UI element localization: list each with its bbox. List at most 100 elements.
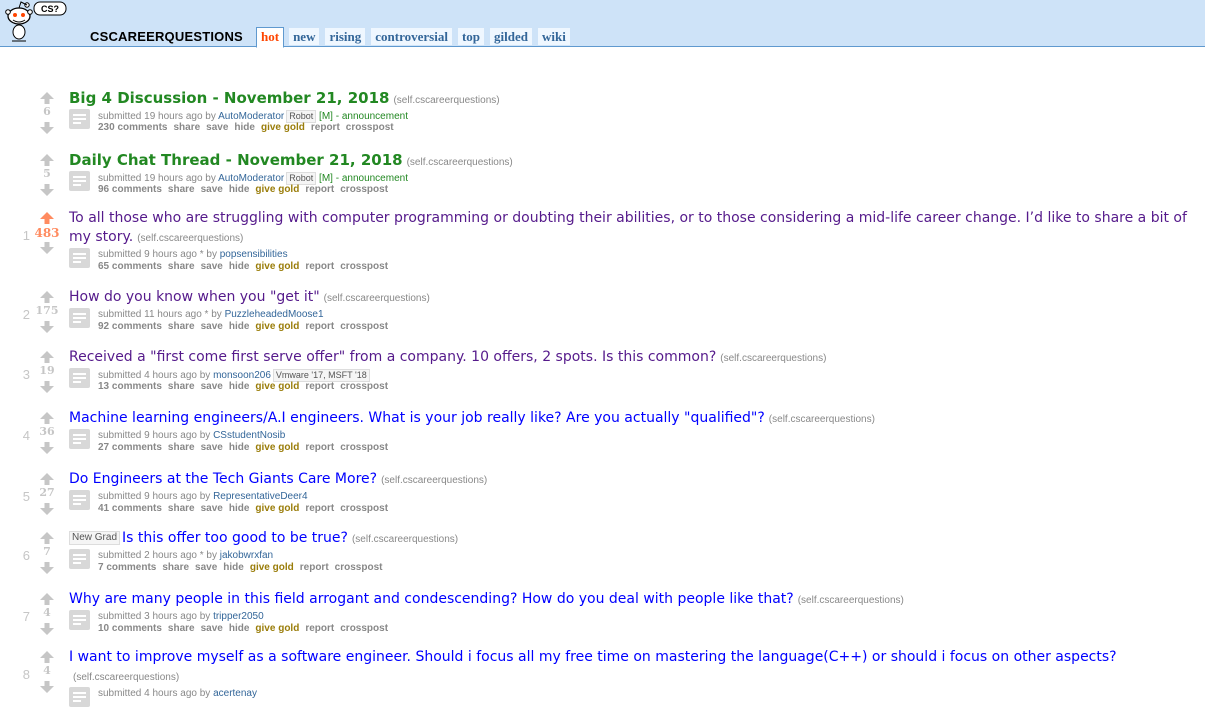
post-title-link[interactable]: Do Engineers at the Tech Giants Care Mor… <box>69 471 377 487</box>
upvote-arrow-icon[interactable] <box>40 212 54 224</box>
share-button[interactable]: share <box>168 623 195 634</box>
downvote-arrow-icon[interactable] <box>40 681 54 693</box>
give-gold-button[interactable]: give gold <box>255 623 299 634</box>
self-post-thumbnail-icon[interactable] <box>69 248 90 268</box>
tab-new[interactable]: new <box>288 27 321 45</box>
post-domain[interactable]: (self.cscareerquestions) <box>407 157 513 168</box>
report-button[interactable]: report <box>305 321 334 332</box>
hide-button[interactable]: hide <box>229 381 250 392</box>
upvote-arrow-icon[interactable] <box>40 154 54 166</box>
hide-button[interactable]: hide <box>229 442 250 453</box>
self-post-thumbnail-icon[interactable] <box>69 549 90 569</box>
post-domain[interactable]: (self.cscareerquestions) <box>137 233 243 244</box>
hide-button[interactable]: hide <box>229 261 250 272</box>
save-button[interactable]: save <box>201 261 223 272</box>
upvote-arrow-icon[interactable] <box>40 412 54 424</box>
share-button[interactable]: share <box>173 122 200 133</box>
upvote-arrow-icon[interactable] <box>40 473 54 485</box>
hide-button[interactable]: hide <box>229 503 250 514</box>
crosspost-button[interactable]: crosspost <box>340 442 388 453</box>
post-title-link[interactable]: Is this offer too good to be true? <box>122 530 348 546</box>
share-button[interactable]: share <box>168 184 195 195</box>
downvote-arrow-icon[interactable] <box>40 242 54 254</box>
author-link[interactable]: popsensibilities <box>220 249 288 260</box>
hide-button[interactable]: hide <box>229 321 250 332</box>
crosspost-button[interactable]: crosspost <box>346 122 394 133</box>
downvote-arrow-icon[interactable] <box>40 503 54 515</box>
comments-link[interactable]: 27 comments <box>98 442 162 453</box>
self-post-thumbnail-icon[interactable] <box>69 171 90 191</box>
save-button[interactable]: save <box>201 381 223 392</box>
share-button[interactable]: share <box>168 442 195 453</box>
self-post-thumbnail-icon[interactable] <box>69 368 90 388</box>
crosspost-button[interactable]: crosspost <box>340 321 388 332</box>
give-gold-button[interactable]: give gold <box>255 321 299 332</box>
tab-gilded[interactable]: gilded <box>489 27 533 45</box>
self-post-thumbnail-icon[interactable] <box>69 687 90 707</box>
report-button[interactable]: report <box>305 261 334 272</box>
hide-button[interactable]: hide <box>234 122 255 133</box>
downvote-arrow-icon[interactable] <box>40 184 54 196</box>
hide-button[interactable]: hide <box>229 184 250 195</box>
author-link[interactable]: AutoModerator <box>218 173 284 184</box>
upvote-arrow-icon[interactable] <box>40 532 54 544</box>
comments-link[interactable]: 13 comments <box>98 381 162 392</box>
comments-link[interactable]: 41 comments <box>98 503 162 514</box>
tab-wiki[interactable]: wiki <box>536 27 571 45</box>
tab-hot[interactable]: hot <box>256 27 285 48</box>
downvote-arrow-icon[interactable] <box>40 623 54 635</box>
tab-rising[interactable]: rising <box>324 27 367 45</box>
report-button[interactable]: report <box>305 184 334 195</box>
comments-link[interactable]: 230 comments <box>98 122 167 133</box>
crosspost-button[interactable]: crosspost <box>340 623 388 634</box>
author-link[interactable]: AutoModerator <box>218 111 284 122</box>
downvote-arrow-icon[interactable] <box>40 122 54 134</box>
post-title-link[interactable]: Why are many people in this field arroga… <box>69 591 794 607</box>
post-domain[interactable]: (self.cscareerquestions) <box>381 475 487 486</box>
subreddit-name[interactable]: CSCAREERQUESTIONS <box>90 29 243 44</box>
crosspost-button[interactable]: crosspost <box>340 381 388 392</box>
comments-link[interactable]: 65 comments <box>98 261 162 272</box>
report-button[interactable]: report <box>311 122 340 133</box>
reddit-alien-logo-icon[interactable]: CS? <box>2 0 82 44</box>
give-gold-button[interactable]: give gold <box>255 442 299 453</box>
report-button[interactable]: report <box>305 503 334 514</box>
author-link[interactable]: RepresentativeDeer4 <box>213 491 308 502</box>
save-button[interactable]: save <box>201 442 223 453</box>
give-gold-button[interactable]: give gold <box>250 562 294 573</box>
share-button[interactable]: share <box>168 321 195 332</box>
upvote-arrow-icon[interactable] <box>40 291 54 303</box>
self-post-thumbnail-icon[interactable] <box>69 308 90 328</box>
post-domain[interactable]: (self.cscareerquestions) <box>352 534 458 545</box>
comments-link[interactable]: 7 comments <box>98 562 156 573</box>
author-link[interactable]: CSstudentNosib <box>213 430 285 441</box>
report-button[interactable]: report <box>305 442 334 453</box>
give-gold-button[interactable]: give gold <box>261 122 305 133</box>
save-button[interactable]: save <box>201 623 223 634</box>
author-link[interactable]: jakobwrxfan <box>220 550 273 561</box>
give-gold-button[interactable]: give gold <box>255 503 299 514</box>
self-post-thumbnail-icon[interactable] <box>69 429 90 449</box>
crosspost-button[interactable]: crosspost <box>340 261 388 272</box>
downvote-arrow-icon[interactable] <box>40 381 54 393</box>
self-post-thumbnail-icon[interactable] <box>69 109 90 129</box>
post-title-link[interactable]: Big 4 Discussion - November 21, 2018 <box>69 89 389 107</box>
comments-link[interactable]: 96 comments <box>98 184 162 195</box>
share-button[interactable]: share <box>168 261 195 272</box>
comments-link[interactable]: 10 comments <box>98 623 162 634</box>
tab-controversial[interactable]: controversial <box>370 27 453 45</box>
post-title-link[interactable]: Received a "first come first serve offer… <box>69 349 716 365</box>
save-button[interactable]: save <box>201 184 223 195</box>
downvote-arrow-icon[interactable] <box>40 321 54 333</box>
report-button[interactable]: report <box>305 381 334 392</box>
share-button[interactable]: share <box>162 562 189 573</box>
author-link[interactable]: acertenay <box>213 688 257 699</box>
give-gold-button[interactable]: give gold <box>255 184 299 195</box>
post-domain[interactable]: (self.cscareerquestions) <box>720 353 826 364</box>
post-domain[interactable]: (self.cscareerquestions) <box>73 672 179 683</box>
upvote-arrow-icon[interactable] <box>40 92 54 104</box>
tab-top[interactable]: top <box>456 27 485 45</box>
save-button[interactable]: save <box>206 122 228 133</box>
save-button[interactable]: save <box>195 562 217 573</box>
post-domain[interactable]: (self.cscareerquestions) <box>393 95 499 106</box>
